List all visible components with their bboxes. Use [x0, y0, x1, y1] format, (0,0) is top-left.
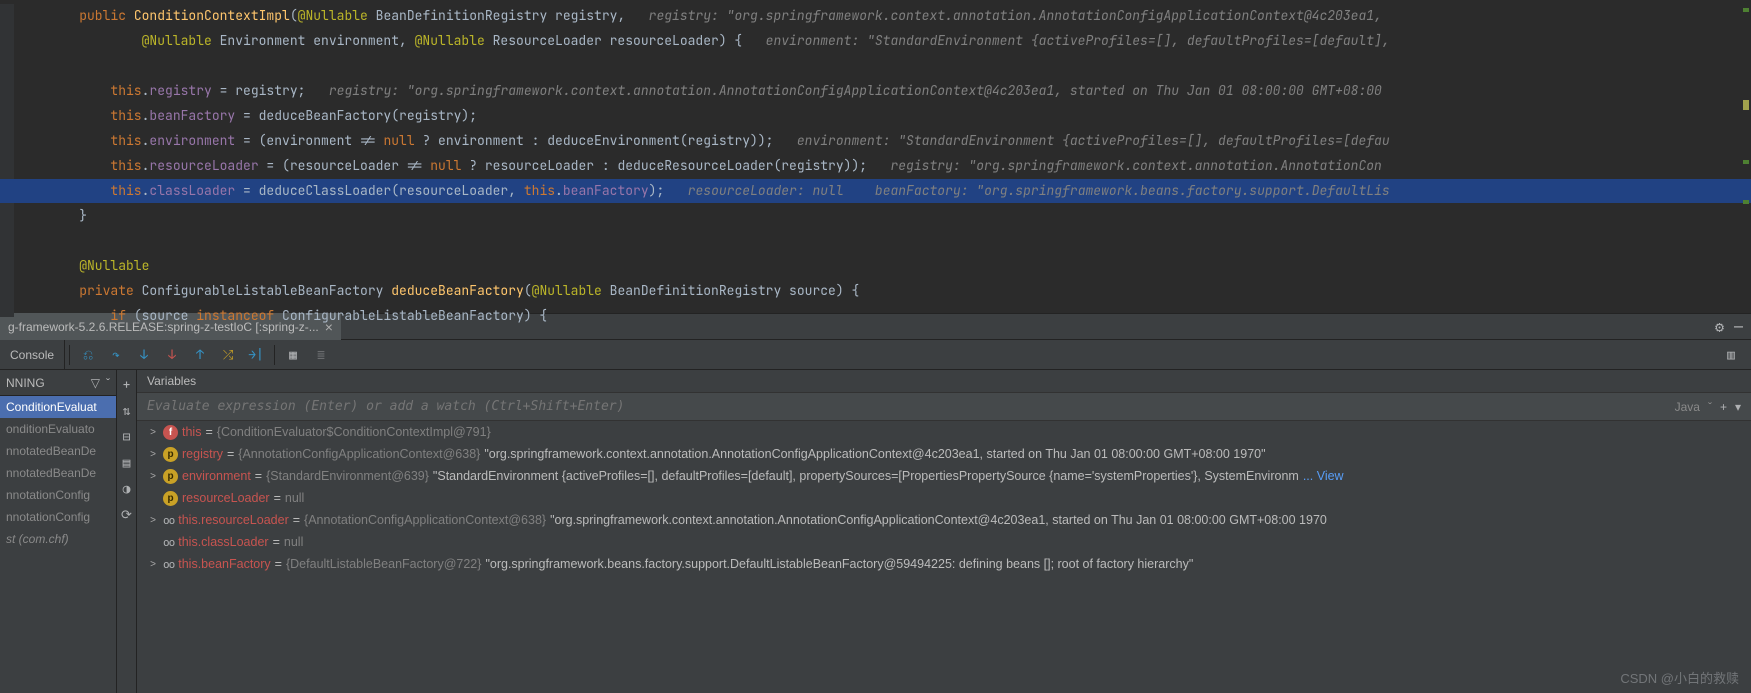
chevron-right-icon[interactable]: > — [147, 515, 159, 526]
chevron-right-icon[interactable]: > — [147, 559, 159, 570]
add-watch-icon[interactable]: + — [1720, 400, 1727, 414]
gutter-mark — [1743, 100, 1749, 110]
console-tab[interactable]: Console — [0, 340, 65, 370]
gutter-mark — [1743, 8, 1749, 12]
var-value: "StandardEnvironment {activeProfiles=[],… — [433, 469, 1299, 483]
stack-frame[interactable]: ConditionEvaluat — [0, 396, 116, 418]
view-link[interactable]: ... View — [1303, 469, 1344, 483]
debug-toolbar: Console ⎌ ↷ ↓ ↓ ↑ ⤮ →| ▦ ≣ ▥ — [0, 340, 1751, 370]
variable-row[interactable]: >p environment = {StandardEnvironment@63… — [137, 465, 1751, 487]
stack-frame[interactable]: nnotationConfig — [0, 484, 116, 506]
watch-badge-icon: oo — [163, 558, 174, 571]
trace-icon[interactable]: ≣ — [309, 343, 333, 367]
code-line[interactable]: public ConditionContextImpl(@Nullable Be… — [0, 4, 1751, 28]
param-badge-icon: p — [163, 491, 178, 506]
gutter-mark — [1743, 200, 1749, 204]
code-line[interactable]: if (source instanceof ConfigurableListab… — [0, 304, 1751, 328]
gutter-mark — [1743, 160, 1749, 164]
code-line[interactable]: this.registry = registry; registry: "org… — [0, 79, 1751, 103]
stack-frame[interactable]: st (com.chf) — [0, 528, 116, 550]
stack-frame[interactable]: onditionEvaluato — [0, 418, 116, 440]
stack-frame[interactable]: nnotatedBeanDe — [0, 440, 116, 462]
var-object: {DefaultListableBeanFactory@722} — [286, 557, 481, 571]
force-step-into-icon[interactable]: ↓ — [160, 343, 184, 367]
variable-row[interactable]: oo this.classLoader = null — [137, 531, 1751, 553]
var-object: null — [285, 491, 304, 505]
step-over-icon[interactable]: ↷ — [104, 343, 128, 367]
chevron-down-icon[interactable]: ˇ — [1708, 400, 1712, 414]
variable-row[interactable]: >p registry = {AnnotationConfigApplicati… — [137, 443, 1751, 465]
var-name: this.classLoader — [178, 535, 268, 549]
chevron-right-icon[interactable]: > — [147, 449, 159, 460]
variables-panel: Variables Javaˇ + ▾ >f this = {Condition… — [137, 370, 1751, 693]
watch-badge-icon: oo — [163, 536, 174, 549]
var-name: this.beanFactory — [178, 557, 270, 571]
code-line[interactable]: this.resourceLoader = (resourceLoader !=… — [0, 154, 1751, 178]
history-icon[interactable]: ▾ — [1735, 400, 1741, 414]
libs-icon[interactable]: ◑ — [119, 480, 135, 496]
evaluate-icon[interactable]: ▦ — [281, 343, 305, 367]
code-editor[interactable]: public ConditionContextImpl(@Nullable Be… — [0, 0, 1751, 313]
filter-icon[interactable]: ▽ — [91, 376, 100, 390]
var-name: registry — [182, 447, 223, 461]
variables-header: Variables — [137, 370, 1751, 393]
run-to-cursor-icon[interactable]: →| — [244, 343, 268, 367]
var-object: {ConditionEvaluator$ConditionContextImpl… — [217, 425, 491, 439]
refresh-icon[interactable]: ⟳ — [119, 506, 135, 522]
var-value: "org.springframework.context.annotation.… — [550, 513, 1327, 527]
drop-frame-icon[interactable]: ⤮ — [216, 343, 240, 367]
thread-status: NNING — [6, 376, 45, 390]
variable-row[interactable]: p resourceLoader = null — [137, 487, 1751, 509]
watch-badge-icon: oo — [163, 514, 174, 527]
watch-input[interactable] — [147, 399, 1667, 414]
step-into-icon[interactable]: ↓ — [132, 343, 156, 367]
stack-frame[interactable]: nnotationConfig — [0, 506, 116, 528]
var-object: {AnnotationConfigApplicationContext@638} — [238, 447, 480, 461]
filter2-icon[interactable]: ▤ — [119, 454, 135, 470]
frames-panel: NNING ▽ ˇ ConditionEvaluatonditionEvaluat… — [0, 370, 117, 693]
var-value: "org.springframework.context.annotation.… — [484, 447, 1265, 461]
code-line[interactable]: } — [0, 204, 1751, 228]
var-value: "org.springframework.beans.factory.suppo… — [485, 557, 1193, 571]
debug-body: NNING ▽ ˇ ConditionEvaluatonditionEvaluat… — [0, 370, 1751, 693]
var-name: this — [182, 425, 201, 439]
variable-row[interactable]: >oo this.beanFactory = {DefaultListableB… — [137, 553, 1751, 575]
separator — [69, 345, 70, 365]
stack-icon[interactable]: ⇅ — [119, 402, 135, 418]
separator — [274, 345, 275, 365]
watch-lang[interactable]: Java — [1675, 400, 1700, 414]
code-line[interactable] — [0, 229, 1751, 253]
stack-frame[interactable]: nnotatedBeanDe — [0, 462, 116, 484]
step-back-icon[interactable]: ⎌ — [76, 343, 100, 367]
field-badge-icon: f — [163, 425, 178, 440]
chevron-right-icon[interactable]: > — [147, 471, 159, 482]
frames-side-toolbar: + ⇅ ⊟ ▤ ◑ ⟳ — [117, 370, 137, 693]
step-out-icon[interactable]: ↑ — [188, 343, 212, 367]
var-object: {StandardEnvironment@639} — [266, 469, 429, 483]
code-line[interactable]: this.environment = (environment != null … — [0, 129, 1751, 153]
var-name: environment — [182, 469, 251, 483]
code-line[interactable]: private ConfigurableListableBeanFactory … — [0, 279, 1751, 303]
var-name: this.resourceLoader — [178, 513, 288, 527]
var-object: {AnnotationConfigApplicationContext@638} — [304, 513, 546, 527]
chevron-down-icon[interactable]: ˇ — [106, 376, 110, 390]
variables-tree[interactable]: >f this = {ConditionEvaluator$ConditionC… — [137, 421, 1751, 693]
param-badge-icon: p — [163, 447, 178, 462]
code-line[interactable] — [0, 54, 1751, 78]
layout-icon[interactable]: ▥ — [1719, 343, 1743, 367]
param-badge-icon: p — [163, 469, 178, 484]
variable-row[interactable]: >oo this.resourceLoader = {AnnotationCon… — [137, 509, 1751, 531]
code-line[interactable]: this.classLoader = deduceClassLoader(res… — [0, 179, 1751, 203]
var-name: resourceLoader — [182, 491, 270, 505]
frames-header: NNING ▽ ˇ — [0, 370, 116, 396]
code-line[interactable]: @Nullable Environment environment, @Null… — [0, 29, 1751, 53]
watch-row: Java ˇ + ▾ — [137, 393, 1751, 421]
hide-icon[interactable]: ⊟ — [119, 428, 135, 444]
var-object: null — [284, 535, 303, 549]
code-line[interactable]: @Nullable — [0, 254, 1751, 278]
add-icon[interactable]: + — [119, 376, 135, 392]
variable-row[interactable]: >f this = {ConditionEvaluator$ConditionC… — [137, 421, 1751, 443]
code-line[interactable]: this.beanFactory = deduceBeanFactory(reg… — [0, 104, 1751, 128]
chevron-right-icon[interactable]: > — [147, 427, 159, 438]
